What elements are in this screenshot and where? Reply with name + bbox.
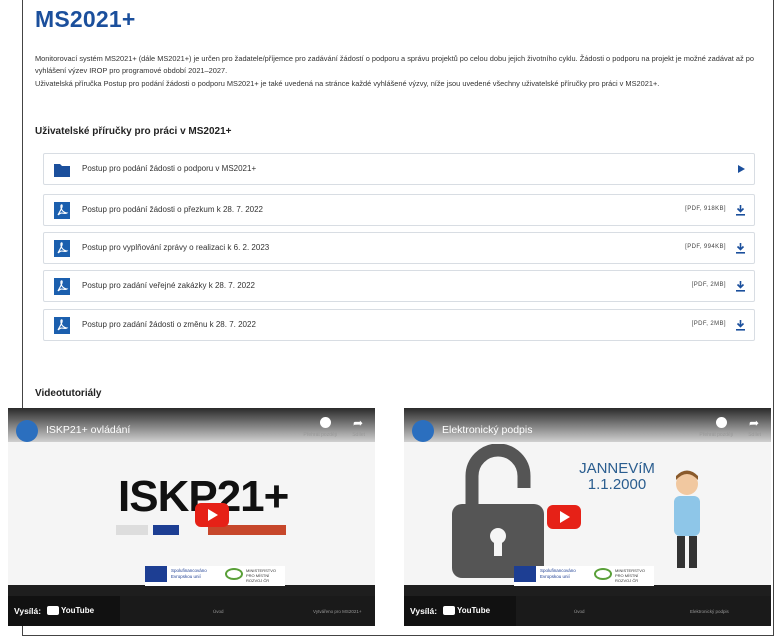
share-icon[interactable]: ➦ [353, 416, 363, 430]
manuals-heading: Uživatelské příručky pro práci v MS2021+ [35, 126, 232, 137]
page-title: MS2021+ [35, 6, 136, 32]
expand-arrow-icon[interactable] [738, 165, 745, 173]
eu-line2: Evropskou unií [540, 573, 570, 579]
play-button[interactable] [547, 505, 581, 529]
manual-row-pdf[interactable]: Postup pro podání žádosti o přezkum k 28… [43, 194, 755, 226]
manual-row-folder[interactable]: Postup pro podání žádosti o podporu v MS… [43, 153, 755, 185]
footer-chapter: Úvod [574, 609, 585, 614]
mmr-line3: ROZVOJ ČR [246, 578, 270, 583]
mmr-line3: ROZVOJ ČR [615, 578, 639, 583]
eu-logos: Spolufinancováno Evropskou unií MINISTERS… [514, 566, 654, 586]
mmr-logo-icon [594, 568, 612, 580]
footer-right-text: Elektronický podpis [690, 609, 729, 614]
download-icon[interactable] [736, 205, 745, 216]
share-icon[interactable]: ➦ [749, 416, 759, 430]
person-illustration-icon [674, 470, 700, 568]
video-topbar: Elektronický podpis ➦ Přehrát později Sd… [404, 408, 771, 442]
eu-line1: Spolufinancováno [171, 568, 207, 573]
youtube-wordmark: YouTube [61, 606, 95, 615]
youtube-logo-icon [47, 606, 59, 615]
channel-avatar[interactable] [16, 420, 38, 442]
footer-right-text: Vytvářeno pro MS2021+ [313, 609, 362, 614]
video-topbar: ISKP21+ ovládání ➦ Přehrát později Sdíle… [8, 408, 375, 442]
videos-heading: Videotutoriály [35, 388, 102, 399]
intro-paragraph-1: Monitorovací systém MS2021+ (dále MS2021… [35, 54, 754, 76]
download-icon[interactable] [736, 320, 745, 331]
video-footer: Vysílá: YouTube Úvod Elektronický podpis [404, 596, 771, 626]
manual-row-pdf[interactable]: Postup pro zadání žádosti o změnu k 28. … [43, 309, 755, 341]
manual-label: Postup pro podání žádosti o podporu v MS… [82, 164, 257, 173]
clock-icon[interactable] [320, 417, 331, 428]
pdf-icon [54, 202, 70, 219]
eu-flag-icon [514, 566, 536, 582]
padlock-icon [452, 444, 544, 578]
video-player-iskp[interactable]: ISKP21+ Spolufinancováno Evropskou unií M… [8, 408, 375, 626]
pdf-icon [54, 278, 70, 295]
pdf-icon [54, 317, 70, 334]
clock-icon[interactable] [716, 417, 727, 428]
play-button[interactable] [195, 503, 229, 527]
manual-row-pdf[interactable]: Postup pro vyplňování zprávy o realizaci… [43, 232, 755, 264]
youtube-logo-icon [443, 606, 455, 615]
intro-paragraph-2: Uživatelská příručka Postup pro podání ž… [35, 78, 660, 88]
eu-line2: Evropskou unií [171, 573, 201, 579]
manual-label: Postup pro zadání veřejné zakázky k 28. … [82, 281, 255, 290]
eu-flag-icon [145, 566, 167, 582]
manual-label: Postup pro podání žádosti o přezkum k 28… [82, 205, 264, 214]
eu-line1: Spolufinancováno [540, 568, 576, 573]
watch-later-label: Přehrát později [303, 432, 337, 438]
manual-label: Postup pro vyplňování zprávy o realizaci… [82, 243, 270, 252]
file-meta: [PDF, 994KB] [685, 244, 726, 250]
played-by-label: Vysílá: [410, 606, 438, 616]
file-meta: [PDF, 2MB] [691, 282, 726, 288]
eu-logos: Spolufinancováno Evropskou unií MINISTERS… [145, 566, 285, 586]
video-footer: Vysílá: YouTube Úvod Vytvářeno pro MS202… [8, 596, 375, 626]
youtube-wordmark: YouTube [457, 606, 491, 615]
pdf-icon [54, 240, 70, 257]
mmr-logo-icon [225, 568, 243, 580]
file-meta: [PDF, 2MB] [691, 321, 726, 327]
video-title[interactable]: Elektronický podpis [442, 424, 532, 436]
manual-label: Postup pro zadání žádosti o změnu k 28. … [82, 320, 256, 329]
folder-icon [54, 164, 70, 177]
download-icon[interactable] [736, 243, 745, 254]
watch-later-label: Přehrát později [699, 432, 733, 438]
video-title[interactable]: ISKP21+ ovládání [46, 424, 130, 436]
download-icon[interactable] [736, 281, 745, 292]
footer-chapter: Úvod [213, 609, 224, 614]
file-meta: [PDF, 918KB] [685, 206, 726, 212]
share-label: Sdílet [352, 432, 365, 438]
video-hero-text: JANNEVíM 1.1.2000 [579, 460, 655, 493]
youtube-badge[interactable]: Vysílá: YouTube [404, 596, 516, 626]
youtube-badge[interactable]: Vysílá: YouTube [8, 596, 120, 626]
manual-row-pdf[interactable]: Postup pro zadání veřejné zakázky k 28. … [43, 270, 755, 302]
video-player-podpis[interactable]: JANNEVíM 1.1.2000 Spolufinancováno Evrops… [404, 408, 771, 626]
played-by-label: Vysílá: [14, 606, 42, 616]
intro-text: Monitorovací systém MS2021+ (dále MS2021… [35, 53, 765, 90]
channel-avatar[interactable] [412, 420, 434, 442]
share-label: Sdílet [748, 432, 761, 438]
